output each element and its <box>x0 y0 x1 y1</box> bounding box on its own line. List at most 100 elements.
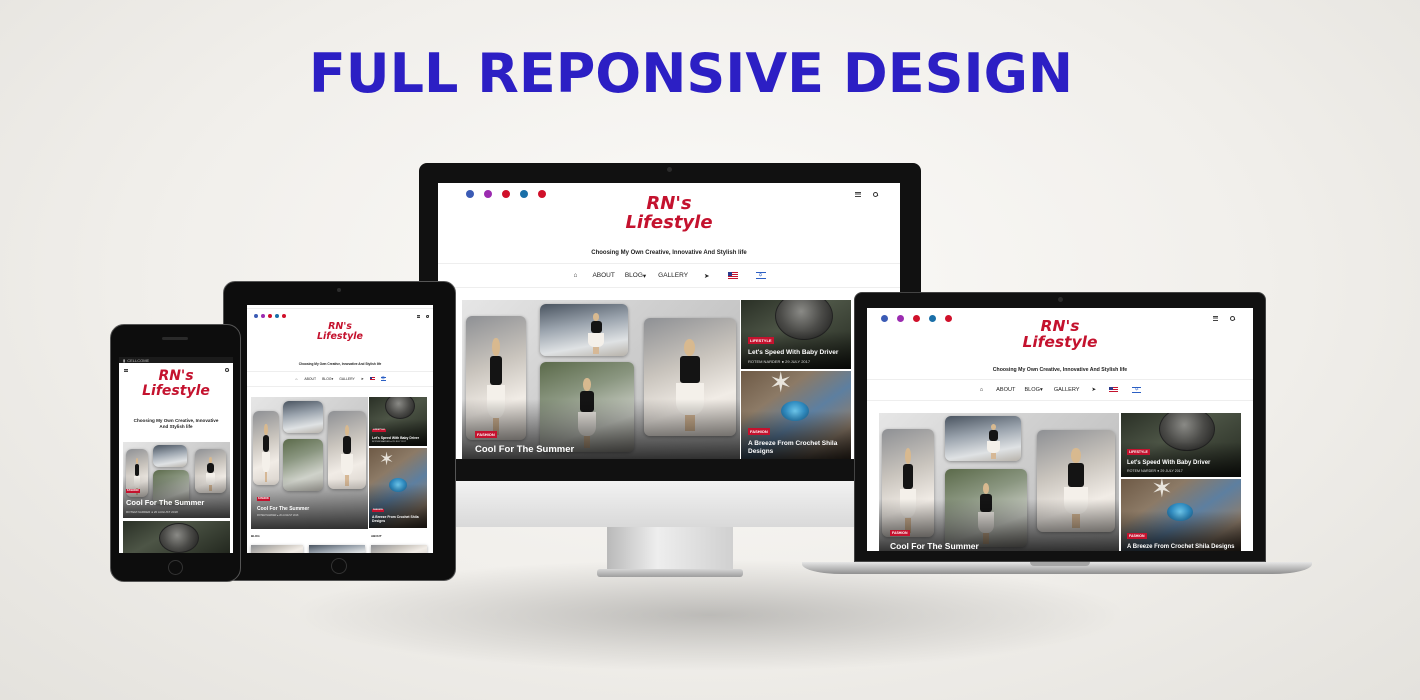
featured-category-badge[interactable]: FASHION <box>890 530 910 536</box>
site-logo-line1[interactable]: RN's <box>867 318 1253 335</box>
nav-gallery[interactable]: GALLERY <box>658 272 688 279</box>
featured-date: 20 AUGUST 2018 <box>279 514 299 517</box>
chevron-down-icon[interactable]: ▾ <box>332 377 334 381</box>
paper-plane-icon[interactable]: ➤ <box>704 272 709 280</box>
featured-photo <box>253 411 279 485</box>
side-post-category[interactable]: LIFESTYLE <box>1127 449 1150 455</box>
site-logo-line2[interactable]: Lifestyle <box>867 334 1253 351</box>
menu-icon[interactable] <box>417 314 420 318</box>
side-post-title[interactable]: Let's Speed With Baby Driver <box>1127 460 1237 466</box>
laptop-notch <box>1030 562 1090 566</box>
site-logo-line2[interactable]: Lifestyle <box>247 331 433 342</box>
israel-flag-icon[interactable] <box>380 377 386 381</box>
featured-title[interactable]: Cool For The Summer <box>475 444 740 455</box>
side-post[interactable]: ✶ FASHION A Breeze From Crochet Shila De… <box>741 371 851 459</box>
paper-plane-icon[interactable]: ➤ <box>1092 387 1097 393</box>
nav-blog[interactable]: BLOG <box>625 272 643 279</box>
featured-category-badge[interactable]: FASHION <box>126 488 140 493</box>
us-flag-icon[interactable] <box>727 272 738 279</box>
side-post[interactable]: ✶ FASHION A Breeze From Crochet Shila De… <box>369 448 427 528</box>
starfish-image: ✶ <box>1151 479 1173 503</box>
carrier-name: CELLCOME <box>127 357 150 363</box>
home-icon[interactable]: ⌂ <box>295 377 297 381</box>
tablet-site: RN's Lifestyle Choosing My Own Creative,… <box>247 305 433 553</box>
side-post-category[interactable]: LIFESTYLE <box>372 428 386 432</box>
site-logo-line1[interactable]: RN's <box>119 369 233 384</box>
signal-icon: ▮ <box>123 357 126 363</box>
nav-gallery[interactable]: GALLERY <box>1054 387 1080 393</box>
site-logo-line2[interactable]: Lifestyle <box>438 213 900 233</box>
tablet-blog-thumb[interactable] <box>251 545 303 553</box>
side-post[interactable]: LIFESTYLE Let's Speed With Baby Driver R… <box>741 300 851 369</box>
desktop-site: RN's Lifestyle Choosing My Own Creative,… <box>438 183 900 459</box>
featured-title[interactable]: Cool For The Summer <box>257 506 368 512</box>
tablet-screen: RN's Lifestyle Choosing My Own Creative,… <box>247 305 433 553</box>
side-post[interactable]: LIFESTYLE Let's Speed With Baby Driver R… <box>369 397 427 446</box>
side-post[interactable]: LIFESTYLE Let's Speed With Baby Driver R… <box>1121 413 1241 477</box>
tablet-camera <box>337 288 341 292</box>
nav-about[interactable]: ABOUT <box>304 377 316 381</box>
us-flag-icon[interactable] <box>1109 387 1119 393</box>
side-post[interactable] <box>123 521 230 553</box>
pinterest-icon[interactable] <box>275 314 279 318</box>
us-flag-icon[interactable] <box>369 377 375 381</box>
side-post-category[interactable]: FASHION <box>748 428 770 436</box>
phone-featured-post[interactable]: FASHION Cool For The Summer ROTEM NARDER… <box>123 442 230 518</box>
laptop-site: RN's Lifestyle Choosing My Own Creative,… <box>867 308 1253 551</box>
instagram-icon[interactable] <box>261 314 265 318</box>
featured-photo <box>540 304 628 356</box>
search-icon[interactable] <box>426 314 429 318</box>
desktop-nav: ⌂ ABOUT BLOG ▾ GALLERY ➤ <box>438 263 900 288</box>
tablet-social-links <box>254 314 286 318</box>
featured-title[interactable]: Cool For The Summer <box>126 498 230 507</box>
tablet-blog-thumb[interactable] <box>309 545 365 553</box>
israel-flag-icon[interactable] <box>1132 387 1142 393</box>
nav-about[interactable]: ABOUT <box>592 272 614 279</box>
side-post-title[interactable]: A Breeze From Crochet Shila Designs <box>1127 544 1237 551</box>
side-post-title[interactable]: A Breeze From Crochet Shila Designs <box>748 440 847 455</box>
home-icon[interactable]: ⌂ <box>980 387 983 393</box>
laptop-nav: ⌂ ABOUT BLOG ▾ GALLERY ➤ <box>867 379 1253 401</box>
side-post-category[interactable]: FASHION <box>372 508 384 512</box>
side-post-title[interactable]: Let's Speed With Baby Driver <box>372 436 425 440</box>
laptop-featured-post[interactable]: FASHION Cool For The Summer <box>879 413 1119 551</box>
nav-gallery[interactable]: GALLERY <box>339 377 355 381</box>
side-post-title[interactable]: Let's Speed With Baby Driver <box>748 349 847 356</box>
starfish-image: ✶ <box>379 449 395 469</box>
featured-title[interactable]: Cool For The Summer <box>890 541 1119 551</box>
chevron-down-icon[interactable]: ▾ <box>643 272 646 280</box>
nav-about[interactable]: ABOUT <box>996 387 1015 393</box>
featured-author: ROTEM NARDER <box>126 510 151 514</box>
side-post-title[interactable]: A Breeze From Crochet Shila Designs <box>372 515 425 524</box>
chevron-down-icon[interactable]: ▾ <box>1040 387 1043 393</box>
home-icon[interactable]: ⌂ <box>574 272 578 279</box>
nav-blog[interactable]: BLOG <box>322 377 331 381</box>
tablet-featured-post[interactable]: FASHION Cool For The Summer ROTEM NARDER… <box>251 397 368 529</box>
facebook-icon[interactable] <box>254 314 258 318</box>
desktop-featured-post[interactable]: FASHION Cool For The Summer <box>462 300 740 459</box>
side-post-category[interactable]: LIFESTYLE <box>748 337 774 344</box>
side-post[interactable]: ✶ FASHION A Breeze From Crochet Shila De… <box>1121 479 1241 551</box>
paper-plane-icon[interactable]: ➤ <box>361 377 364 381</box>
featured-category-badge[interactable]: FASHION <box>257 496 270 501</box>
desktop-screen: RN's Lifestyle Choosing My Own Creative,… <box>438 183 900 459</box>
side-post-category[interactable]: FASHION <box>1127 533 1147 540</box>
youtube-icon[interactable] <box>268 314 272 318</box>
phone-site: ▮ CELLCOME RN's Lifestyle Choosing My Ow… <box>119 357 233 553</box>
youtube-icon[interactable] <box>282 314 286 318</box>
side-post-date: 29 JULY 2017 <box>785 359 811 364</box>
nav-blog[interactable]: BLOG <box>1024 387 1040 393</box>
phone-speaker <box>162 337 188 340</box>
tablet-home-button[interactable] <box>331 558 347 574</box>
phone-home-button[interactable] <box>168 560 183 575</box>
featured-photo <box>945 416 1021 461</box>
laptop-side-posts: LIFESTYLE Let's Speed With Baby Driver R… <box>1121 413 1241 551</box>
site-logo-line2[interactable]: Lifestyle <box>119 383 233 399</box>
featured-category-badge[interactable]: FASHION <box>475 431 497 438</box>
laptop: RN's Lifestyle Choosing My Own Creative,… <box>802 292 1312 582</box>
tablet-about-thumb[interactable] <box>371 545 427 553</box>
monitor-chin <box>419 481 921 527</box>
laptop-camera <box>1058 297 1063 302</box>
israel-flag-icon[interactable] <box>755 272 766 279</box>
site-tagline: Choosing My Own Creative, Innovative And… <box>119 418 233 430</box>
